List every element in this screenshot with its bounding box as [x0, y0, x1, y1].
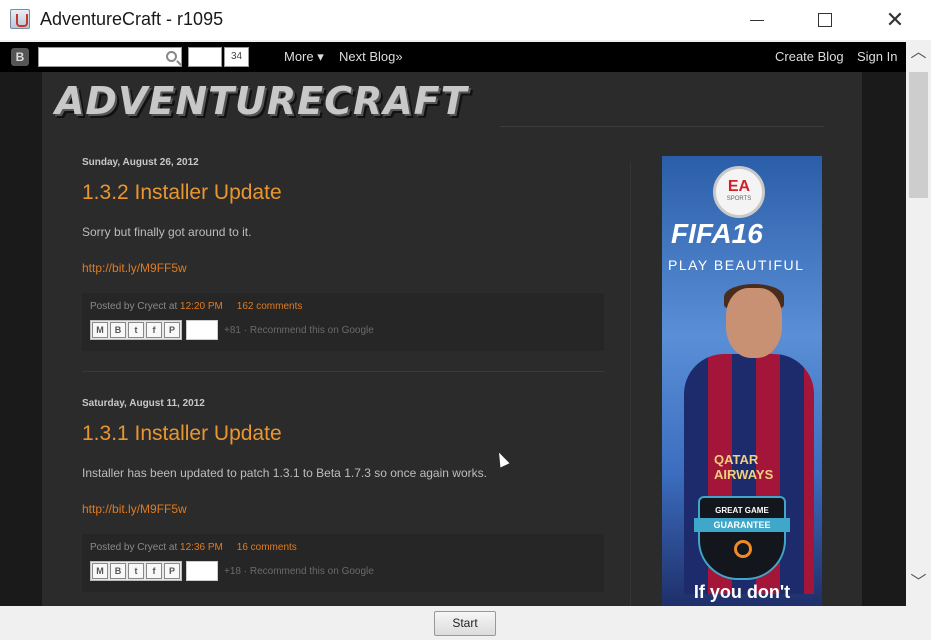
blogger-navbar: B 34 More ▾ Next Blog» Create Blog Sign … — [0, 42, 906, 72]
ad-logo-text: EA — [727, 178, 751, 195]
close-icon: ✕ — [885, 7, 905, 33]
blog-post: Saturday, August 11, 2012 1.3.1 Installe… — [82, 398, 604, 592]
close-button[interactable]: ✕ — [872, 0, 918, 40]
sidebar-divider — [630, 162, 631, 606]
scroll-down-icon[interactable]: ﹀ — [906, 572, 931, 594]
sidebar-ad-banner[interactable]: EA SPORTS FIFA16 PLAY BEAUTIFUL QATAR AI… — [662, 156, 822, 606]
post-footer: Posted by Cryect at 12:20 PM 162 comment… — [82, 293, 604, 351]
sign-in-link[interactable]: Sign In — [857, 49, 897, 64]
more-menu[interactable]: More ▾ — [284, 49, 324, 65]
recommend-text: +81 · Recommend this on Google — [224, 324, 374, 336]
email-icon[interactable]: M — [92, 322, 108, 338]
origin-icon — [734, 540, 752, 558]
share-buttons: M B t f P — [90, 561, 182, 581]
next-blog-link[interactable]: Next Blog» — [339, 49, 403, 64]
post-url-link[interactable]: http://bit.ly/M9FF5w — [82, 502, 187, 516]
share-row: M B t f P +81 · Recommend this on Google — [90, 320, 374, 340]
post-url-link[interactable]: http://bit.ly/M9FF5w — [82, 261, 187, 275]
minimize-button[interactable] — [734, 0, 780, 40]
plusone-button[interactable] — [188, 47, 222, 67]
post-time-link[interactable]: 12:36 PM — [180, 542, 223, 553]
blog-post: Sunday, August 26, 2012 1.3.2 Installer … — [82, 157, 604, 351]
navbar-search-input[interactable] — [38, 47, 182, 67]
facebook-icon[interactable]: f — [146, 563, 162, 579]
post-body: Sorry but finally got around to it. — [82, 225, 252, 239]
plusone-share-button[interactable] — [186, 320, 218, 340]
ad-bottom-text: If you don't — [693, 582, 791, 602]
ad-badge-bar: GUARANTEE — [694, 518, 790, 532]
posted-by-text: Posted by Cryect at — [90, 301, 178, 312]
maximize-button[interactable] — [802, 0, 848, 40]
post-separator — [82, 371, 604, 372]
post-footer: Posted by Cryect at 12:36 PM 16 comments… — [82, 534, 604, 592]
plusone-count: 34 — [224, 47, 250, 67]
create-blog-link[interactable]: Create Blog — [775, 49, 844, 64]
post-title-link[interactable]: 1.3.1 Installer Update — [82, 422, 282, 446]
blog-this-icon[interactable]: B — [110, 563, 126, 579]
post-title-link[interactable]: 1.3.2 Installer Update — [82, 181, 282, 205]
recommend-text: +18 · Recommend this on Google — [224, 565, 374, 577]
minimize-icon — [750, 19, 764, 21]
java-app-icon — [10, 9, 30, 29]
start-button[interactable]: Start — [434, 611, 496, 636]
ad-headline: FIFA16 — [671, 218, 763, 249]
blog-header-logo[interactable]: ADVENTURECRAFT — [55, 79, 468, 123]
ad-shirt-text: QATAR AIRWAYS — [714, 452, 774, 482]
maximize-icon — [818, 13, 832, 27]
ad-guarantee-badge: GREAT GAME GUARANTEE — [694, 496, 790, 580]
share-buttons: M B t f P — [90, 320, 182, 340]
post-time-link[interactable]: 12:20 PM — [180, 301, 223, 312]
ea-sports-logo: EA SPORTS — [713, 166, 765, 218]
post-byline: Posted by Cryect at 12:20 PM 162 comment… — [90, 301, 302, 312]
pinterest-icon[interactable]: P — [164, 322, 180, 338]
twitter-icon[interactable]: t — [128, 563, 144, 579]
comments-link[interactable]: 162 comments — [237, 301, 303, 312]
header-divider — [500, 126, 824, 127]
recommend-label: Recommend this on Google — [249, 324, 374, 336]
scroll-thumb[interactable] — [909, 72, 928, 198]
posted-by-text: Posted by Cryect at — [90, 542, 178, 553]
ad-tagline: PLAY BEAUTIFUL — [668, 257, 805, 273]
plusone-share-button[interactable] — [186, 561, 218, 581]
blogger-logo-icon[interactable]: B — [11, 48, 29, 66]
plus-count: +81 — [224, 324, 241, 336]
blog-this-icon[interactable]: B — [110, 322, 126, 338]
pinterest-icon[interactable]: P — [164, 563, 180, 579]
facebook-icon[interactable]: f — [146, 322, 162, 338]
post-byline: Posted by Cryect at 12:36 PM 16 comments — [90, 542, 297, 553]
ad-logo-sub: SPORTS — [726, 196, 752, 202]
post-date: Sunday, August 26, 2012 — [82, 157, 199, 168]
recommend-label: Recommend this on Google — [249, 565, 374, 577]
twitter-icon[interactable]: t — [128, 322, 144, 338]
scroll-up-icon[interactable]: ︿ — [906, 42, 931, 64]
share-row: M B t f P +18 · Recommend this on Google — [90, 561, 374, 581]
title-bar: AdventureCraft - r1095 ✕ — [0, 0, 931, 40]
ad-badge-top: GREAT GAME — [715, 506, 769, 515]
window-title: AdventureCraft - r1095 — [40, 9, 224, 29]
search-icon[interactable] — [166, 51, 177, 62]
ad-head — [726, 288, 782, 358]
browser-viewport: B 34 More ▾ Next Blog» Create Blog Sign … — [0, 42, 906, 606]
plus-count: +18 — [224, 565, 241, 577]
comments-link[interactable]: 16 comments — [237, 542, 297, 553]
post-date: Saturday, August 11, 2012 — [82, 398, 205, 409]
email-icon[interactable]: M — [92, 563, 108, 579]
vertical-scrollbar[interactable]: ︿ ﹀ — [906, 42, 931, 606]
post-body: Installer has been updated to patch 1.3.… — [82, 466, 487, 480]
bottom-toolbar: Start — [0, 606, 931, 640]
